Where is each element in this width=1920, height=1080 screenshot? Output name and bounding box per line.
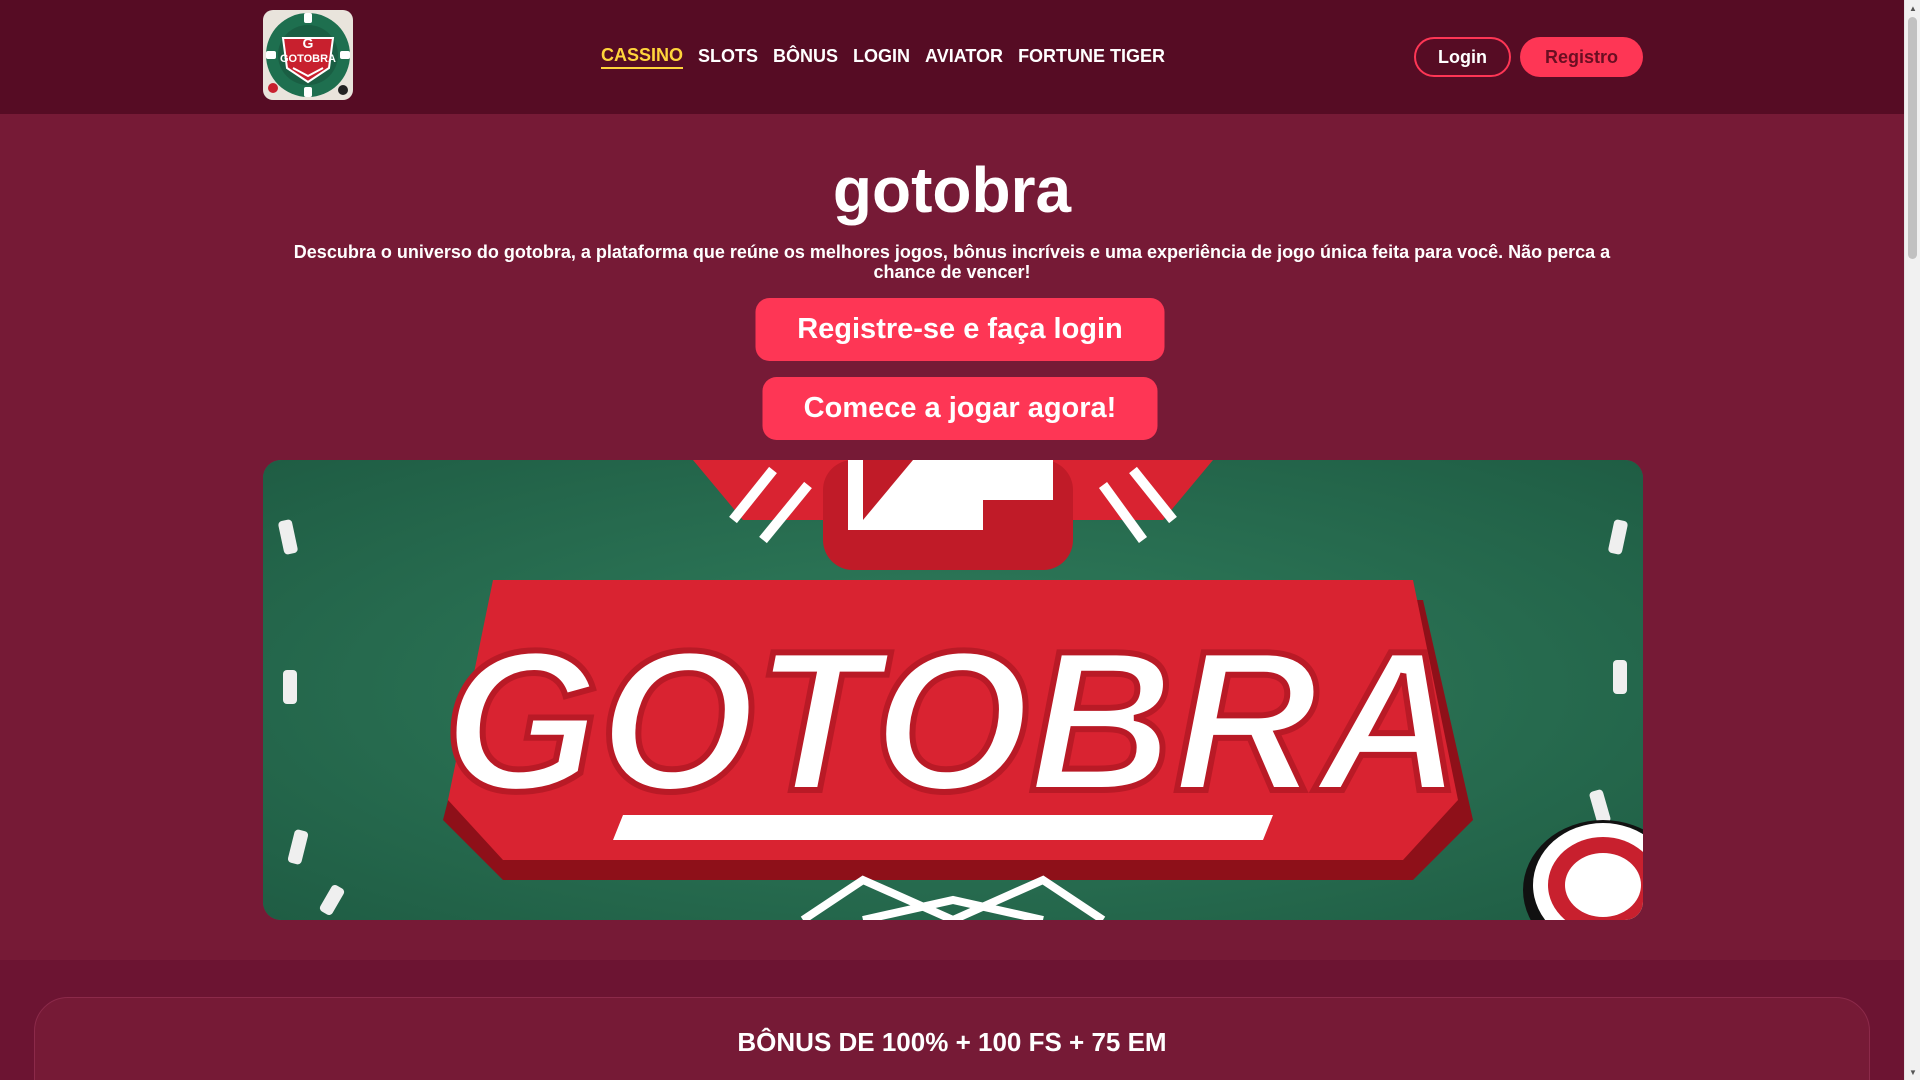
nav-fortune-tiger[interactable]: FORTUNE TIGER <box>1018 44 1165 68</box>
scroll-down-arrow-icon[interactable]: ▼ <box>1905 1064 1920 1080</box>
site-header: G GOTOBRA CASSINO SLOTS BÔNUS LOGIN AVIA… <box>0 0 1904 114</box>
play-now-cta-button[interactable]: Comece a jogar agora! <box>762 377 1158 440</box>
hero-banner-image: GOTOBRA <box>263 460 1643 920</box>
scrollbar-thumb[interactable] <box>1908 17 1917 259</box>
svg-text:G: G <box>303 35 314 51</box>
bonus-title: BÔNUS DE 100% + 100 FS + 75 EM <box>737 1027 1167 1057</box>
nav-slots[interactable]: SLOTS <box>698 44 758 68</box>
nav-aviator[interactable]: AVIATOR <box>925 44 1003 68</box>
nav-login[interactable]: LOGIN <box>853 44 910 68</box>
scroll-up-arrow-icon[interactable]: ▲ <box>1905 0 1920 16</box>
nav-cassino[interactable]: CASSINO <box>601 43 684 69</box>
banner-word: GOTOBRA <box>444 610 1463 833</box>
hero-description: Descubra o universo do gotobra, a plataf… <box>293 242 1611 282</box>
login-button[interactable]: Login <box>1414 37 1511 77</box>
register-login-cta-button[interactable]: Registre-se e faça login <box>755 298 1165 361</box>
bonus-card: BÔNUS DE 100% + 100 FS + 75 EM <box>34 997 1870 1080</box>
gotobra-banner-graphic: GOTOBRA <box>263 460 1643 920</box>
nav-bonus[interactable]: BÔNUS <box>773 44 838 68</box>
bonus-section: BÔNUS DE 100% + 100 FS + 75 EM <box>0 960 1904 1080</box>
gotobra-chip-logo-icon: G GOTOBRA <box>263 10 353 100</box>
svg-text:GOTOBRA: GOTOBRA <box>280 53 336 65</box>
main-nav: CASSINO SLOTS BÔNUS LOGIN AVIATOR FORTUN… <box>601 43 1165 69</box>
page-title: gotobra <box>832 154 1072 226</box>
site-logo[interactable]: G GOTOBRA <box>263 10 353 100</box>
vertical-scrollbar[interactable]: ▲ ▼ <box>1904 0 1920 1080</box>
register-button[interactable]: Registro <box>1520 37 1643 77</box>
